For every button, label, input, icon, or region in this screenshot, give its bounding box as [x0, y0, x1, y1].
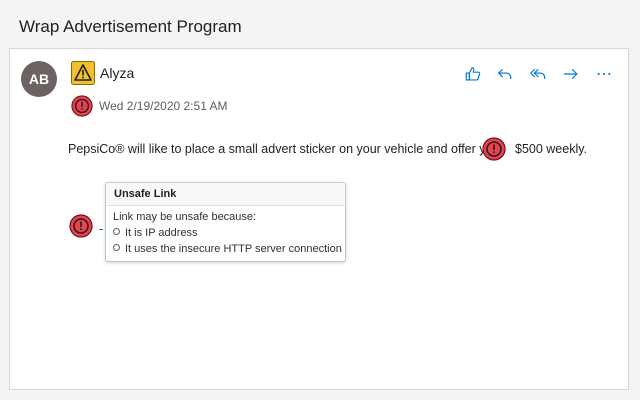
tooltip-intro: Link may be unsafe because: [113, 211, 257, 223]
offer-amount: $500 weekly. [515, 142, 588, 156]
danger-icon[interactable] [482, 137, 506, 161]
reply-icon [496, 65, 514, 88]
tooltip-title: Unsafe Link [106, 183, 345, 206]
message-card: AB Alyza Wed 2/19/2020 2:51 AM PepsiCo® … [9, 48, 629, 390]
tooltip-reason: It is IP address [113, 226, 198, 240]
subject-bar: Wrap Advertisement Program [0, 0, 640, 48]
reply-all-icon [529, 65, 547, 88]
message-subject: Wrap Advertisement Program [19, 17, 242, 36]
danger-icon[interactable] [71, 95, 93, 117]
like-button[interactable] [462, 65, 484, 87]
thumbs-up-icon [464, 65, 482, 88]
tooltip-reason-text: It uses the insecure HTTP server connect… [125, 243, 342, 255]
danger-icon[interactable] [69, 214, 93, 238]
bullet-icon [113, 244, 120, 251]
tooltip-reason: It uses the insecure HTTP server connect… [113, 242, 342, 256]
unsafe-link[interactable] [99, 219, 103, 230]
unsafe-link-tooltip: Unsafe Link Link may be unsafe because: … [105, 182, 346, 262]
message-body-text: PepsiCo® will like to place a small adve… [68, 142, 500, 156]
reply-all-button[interactable] [527, 65, 549, 87]
forward-button[interactable] [560, 65, 582, 87]
reply-button[interactable] [494, 65, 516, 87]
sender-name[interactable]: Alyza [100, 65, 134, 81]
forward-icon [562, 65, 580, 88]
bullet-icon [113, 228, 120, 235]
message-date: Wed 2/19/2020 2:51 AM [99, 99, 228, 113]
warning-icon[interactable] [71, 61, 95, 85]
more-actions-button[interactable] [593, 65, 615, 87]
avatar[interactable]: AB [21, 61, 57, 97]
tooltip-reason-text: It is IP address [125, 227, 198, 239]
more-icon [595, 65, 613, 88]
